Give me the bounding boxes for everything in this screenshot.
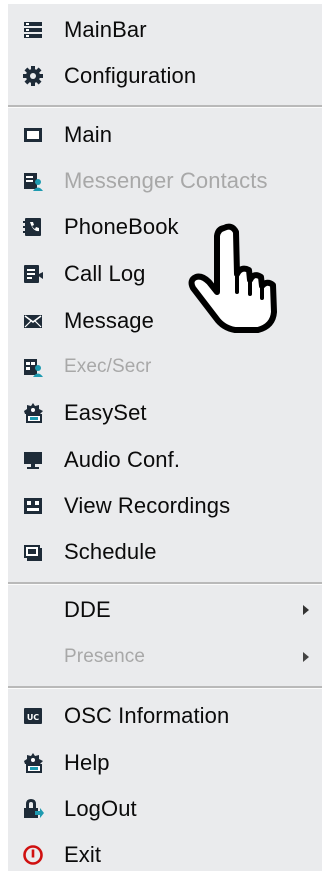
menu-item-easyset[interactable]: EasySet — [8, 390, 322, 436]
menu-item-osc-information[interactable]: UC OSC Information — [8, 693, 322, 739]
menu-item-label: PhoneBook — [64, 214, 179, 239]
menu-item-messenger-contacts: Messenger Contacts — [8, 158, 322, 204]
menu-item-label: MainBar — [64, 17, 147, 42]
menu-item-label: Exec/Secr — [64, 356, 152, 377]
osc-icon: UC — [22, 705, 44, 727]
menu-separator — [8, 105, 322, 108]
menu-item-label: View Recordings — [64, 493, 231, 518]
menu-separator — [8, 686, 322, 689]
menu-item-label: Call Log — [64, 261, 146, 286]
submenu-arrow-icon — [302, 604, 310, 616]
menu-item-label: LogOut — [64, 796, 137, 821]
window-icon — [22, 124, 44, 146]
menu-item-label: Main — [64, 122, 113, 147]
menu-item-exec-secr: Exec/Secr — [8, 344, 322, 390]
menu-item-presence: Presence — [8, 634, 322, 680]
list-icon — [22, 19, 44, 41]
menu-item-label: Schedule — [64, 539, 157, 564]
contacts-icon — [22, 170, 44, 192]
menu-item-label: Exit — [64, 842, 102, 867]
menu-item-label: Configuration — [64, 63, 197, 88]
recordings-icon — [22, 495, 44, 517]
menu-item-label: DDE — [64, 597, 111, 622]
call-log-icon — [22, 263, 44, 285]
easyset-icon — [22, 402, 44, 424]
schedule-icon — [22, 541, 44, 563]
menu-item-label: Audio Conf. — [64, 447, 181, 472]
menu-item-label: Presence — [64, 646, 146, 667]
menu-item-label: EasySet — [64, 400, 147, 425]
gear-icon — [22, 65, 44, 87]
monitor-icon — [22, 449, 44, 471]
help-icon — [22, 752, 44, 774]
menu-item-configuration[interactable]: Configuration — [8, 53, 322, 99]
osc-badge-text: UC — [27, 713, 39, 722]
menu-separator — [8, 582, 322, 585]
menu-item-dde[interactable]: DDE — [8, 587, 322, 633]
exec-secr-icon — [22, 356, 44, 378]
menu-item-exit[interactable]: Exit — [8, 832, 322, 878]
hand-pointer-icon — [183, 222, 281, 334]
submenu-arrow-icon — [302, 651, 310, 663]
exit-icon — [22, 844, 44, 866]
menu-item-label: OSC Information — [64, 703, 230, 728]
menu-item-logout[interactable]: LogOut — [8, 786, 322, 832]
logout-icon — [22, 798, 44, 820]
menu-item-view-recordings[interactable]: View Recordings — [8, 483, 322, 529]
menu-item-mainbar[interactable]: MainBar — [8, 7, 322, 53]
menu-item-main[interactable]: Main — [8, 112, 322, 158]
context-menu: MainBar Configuration Main Messenger Con… — [8, 4, 322, 871]
menu-item-schedule[interactable]: Schedule — [8, 529, 322, 575]
phonebook-icon — [22, 216, 44, 238]
menu-item-label: Help — [64, 750, 110, 775]
envelope-icon — [22, 310, 44, 332]
menu-item-label: Message — [64, 308, 154, 333]
menu-item-help[interactable]: Help — [8, 740, 322, 786]
menu-item-label: Messenger Contacts — [64, 168, 268, 193]
menu-item-audio-conf[interactable]: Audio Conf. — [8, 437, 322, 483]
